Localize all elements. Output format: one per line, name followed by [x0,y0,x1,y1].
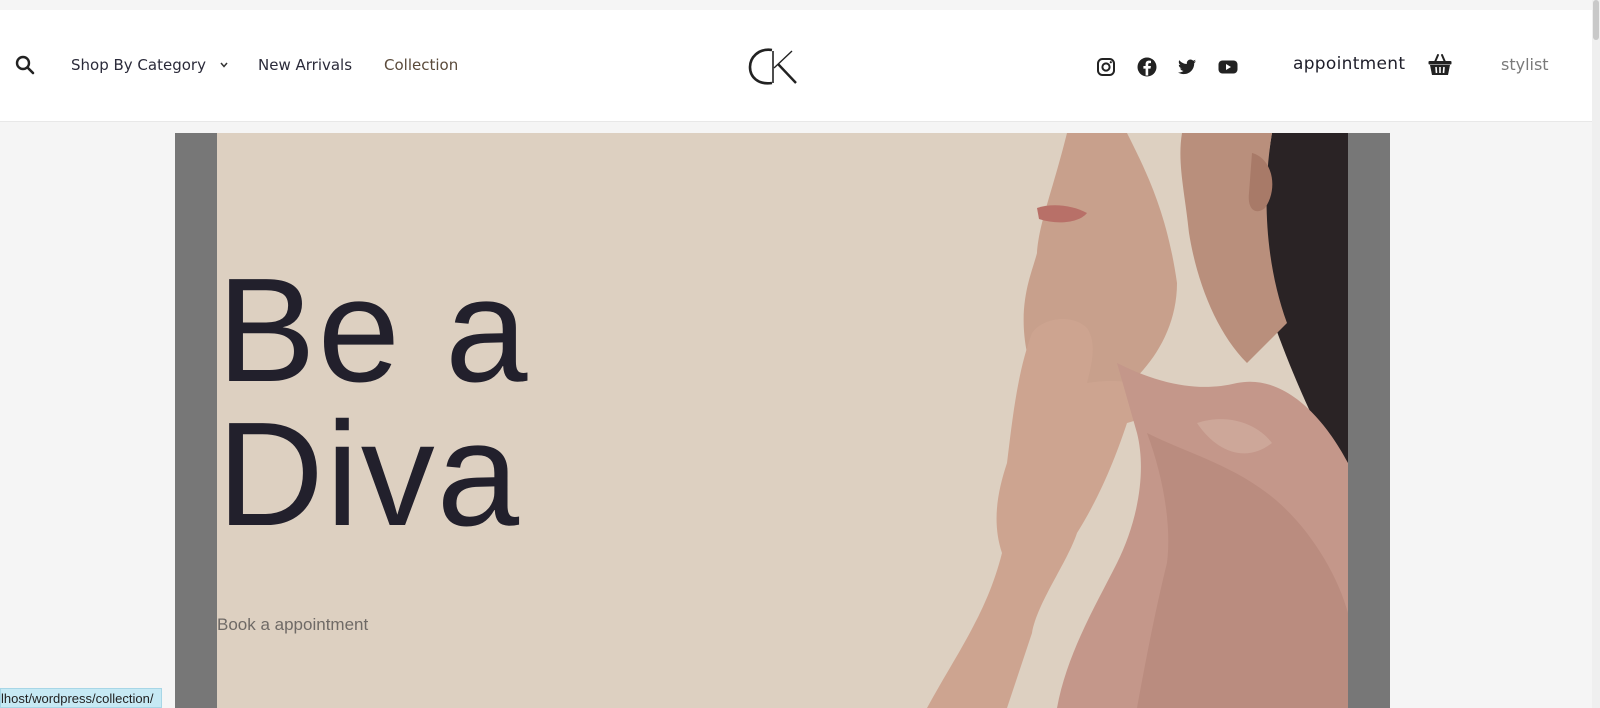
hero-title-line2: Diva [217,392,522,557]
facebook-icon[interactable] [1136,56,1158,78]
nav-collection[interactable]: Collection [384,56,458,74]
search-icon[interactable] [14,54,36,76]
chevron-down-icon[interactable] [219,60,229,70]
basket-icon[interactable] [1427,52,1453,78]
instagram-icon[interactable] [1095,56,1117,78]
stylist-link[interactable]: stylist [1501,55,1549,74]
book-appointment-link[interactable]: Book a appointment [217,615,368,635]
scrollbar-thumb[interactable] [1593,0,1599,40]
hero-title: Be a Diva [217,248,530,557]
browser-status-url: lhost/wordpress/collection/ [0,688,163,708]
hero-title-line1: Be a [217,248,530,413]
nav-new-arrivals[interactable]: New Arrivals [258,56,352,74]
ck-logo[interactable] [748,44,804,90]
youtube-icon[interactable] [1217,56,1239,78]
scrollbar[interactable] [1592,0,1600,708]
twitter-icon[interactable] [1176,56,1198,78]
appointment-link[interactable]: appointment [1293,54,1405,74]
site-header: Shop By Category New Arrivals Collection… [0,10,1592,122]
nav-shop-by-category[interactable]: Shop By Category [71,56,206,74]
hero-banner: Be a Diva Book a appointment [217,133,1348,708]
top-strip [0,0,1600,10]
model-photo [927,133,1348,708]
